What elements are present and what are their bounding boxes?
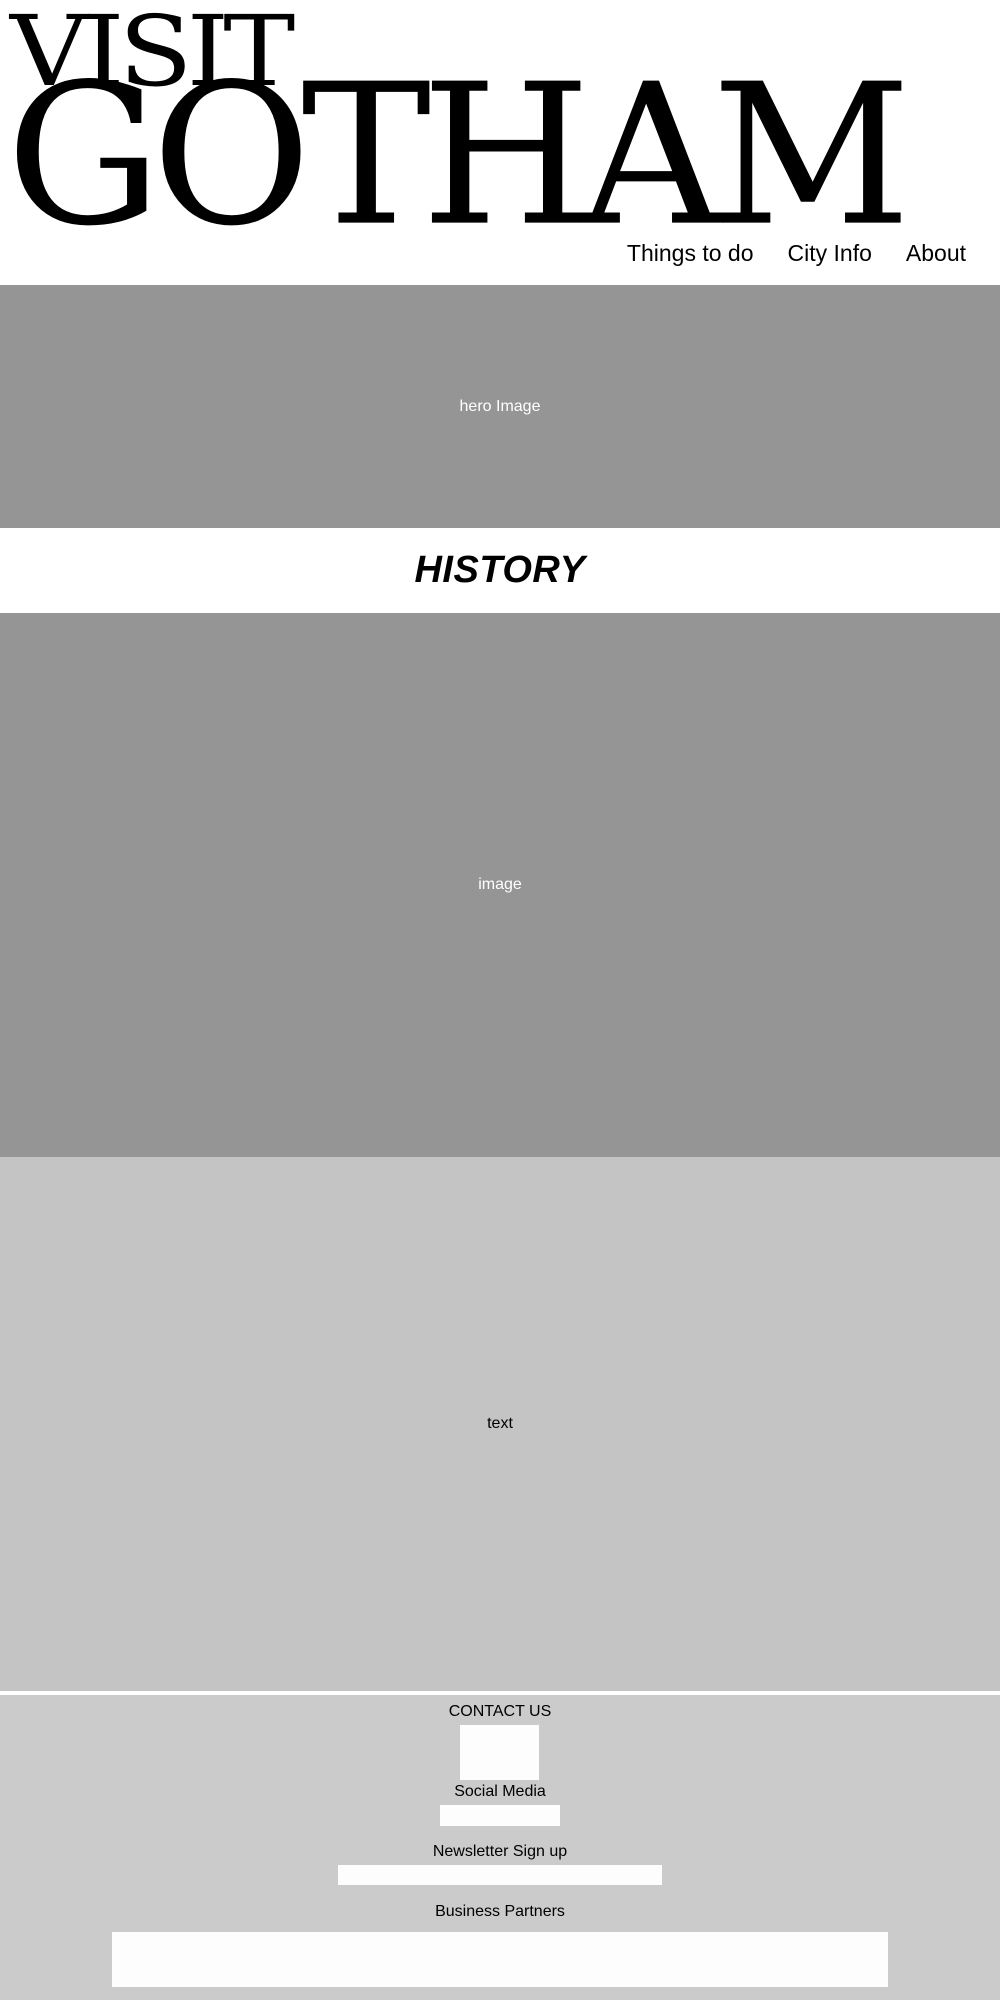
site-footer: CONTACT US Social Media Newsletter Sign … bbox=[0, 1695, 1000, 2000]
business-partners-heading: Business Partners bbox=[435, 1903, 565, 1920]
nav-about[interactable]: About bbox=[906, 240, 966, 267]
newsletter-heading: Newsletter Sign up bbox=[432, 1843, 568, 1860]
history-title-bar: HISTORY bbox=[0, 528, 1000, 613]
nav-city-info[interactable]: City Info bbox=[788, 240, 872, 267]
history-title: HISTORY bbox=[414, 549, 586, 591]
social-media-heading: Social Media bbox=[454, 1783, 546, 1800]
history-image-label: image bbox=[478, 876, 522, 893]
social-media-box[interactable] bbox=[440, 1805, 560, 1826]
business-partners-box bbox=[112, 1932, 888, 1987]
hero-image-placeholder: hero Image bbox=[0, 285, 1000, 528]
newsletter-input[interactable] bbox=[338, 1865, 662, 1885]
history-image-placeholder: image bbox=[0, 613, 1000, 1157]
contact-us-heading: CONTACT US bbox=[448, 1703, 552, 1720]
contact-box[interactable] bbox=[460, 1725, 539, 1780]
site-header: VISIT GOTHAM Things to do City Info Abou… bbox=[0, 0, 1000, 285]
history-text-placeholder: text bbox=[0, 1157, 1000, 1691]
history-text-label: text bbox=[487, 1415, 513, 1432]
page: VISIT GOTHAM Things to do City Info Abou… bbox=[0, 0, 1000, 2000]
logo-gotham-text[interactable]: GOTHAM bbox=[6, 58, 911, 253]
nav-things-to-do[interactable]: Things to do bbox=[627, 240, 754, 267]
hero-image-label: hero Image bbox=[459, 397, 541, 415]
main-nav: Things to do City Info About bbox=[627, 240, 966, 267]
